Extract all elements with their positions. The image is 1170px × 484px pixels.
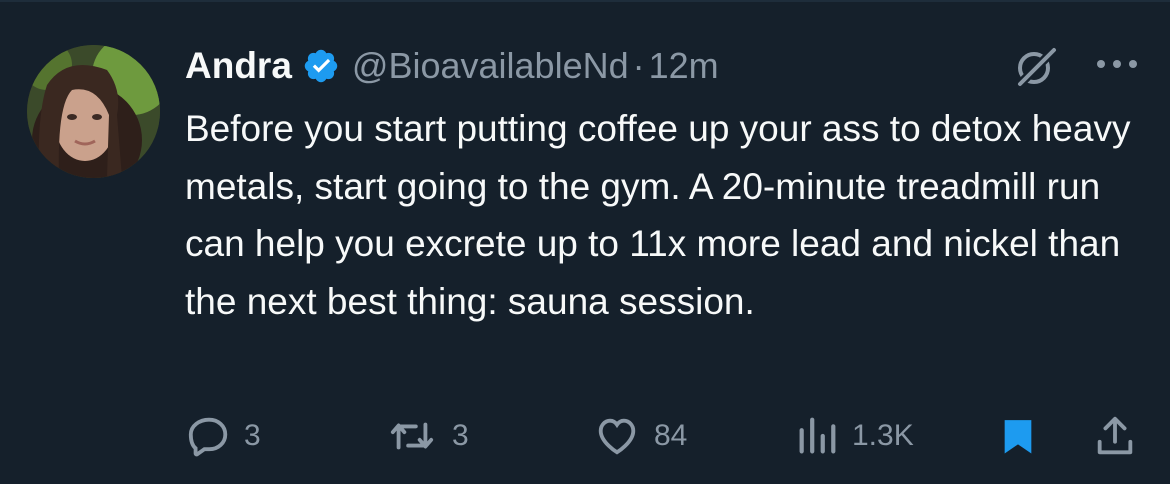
repost-count: 3 — [452, 419, 469, 452]
reply-icon — [188, 417, 228, 457]
verified-badge-icon[interactable] — [302, 47, 340, 85]
action-bar: 3 3 84 1.3K — [0, 408, 1170, 464]
reply-count: 3 — [244, 419, 261, 452]
bookmark-button[interactable] — [998, 408, 1038, 464]
separator-dot: · — [632, 45, 645, 86]
author-handle[interactable]: @BioavailableNd — [352, 45, 629, 87]
avatar[interactable] — [27, 45, 160, 178]
more-icon[interactable] — [1094, 52, 1140, 76]
views-button[interactable]: 1.3K — [794, 408, 914, 464]
views-count: 1.3K — [852, 419, 914, 452]
share-icon — [1097, 416, 1133, 455]
timestamp[interactable]: 12m — [649, 45, 719, 87]
author-name[interactable]: Andra — [185, 45, 292, 87]
repost-button[interactable]: 3 — [384, 408, 469, 464]
tweet-header: Andra @BioavailableNd · 12m — [185, 40, 719, 92]
share-button[interactable] — [1092, 408, 1138, 464]
bookmark-icon — [1004, 420, 1032, 454]
like-button[interactable]: 84 — [592, 408, 687, 464]
like-icon — [598, 418, 636, 455]
tweet-text: Before you start putting coffee up your … — [185, 108, 1131, 322]
like-count: 84 — [654, 419, 688, 452]
grok-icon[interactable] — [1014, 46, 1058, 88]
tweet[interactable]: Andra @BioavailableNd · 12m Before you s… — [0, 0, 1170, 484]
repost-icon — [390, 422, 434, 450]
avatar-image — [27, 45, 160, 178]
reply-button[interactable]: 3 — [186, 408, 261, 464]
views-icon — [799, 417, 836, 454]
